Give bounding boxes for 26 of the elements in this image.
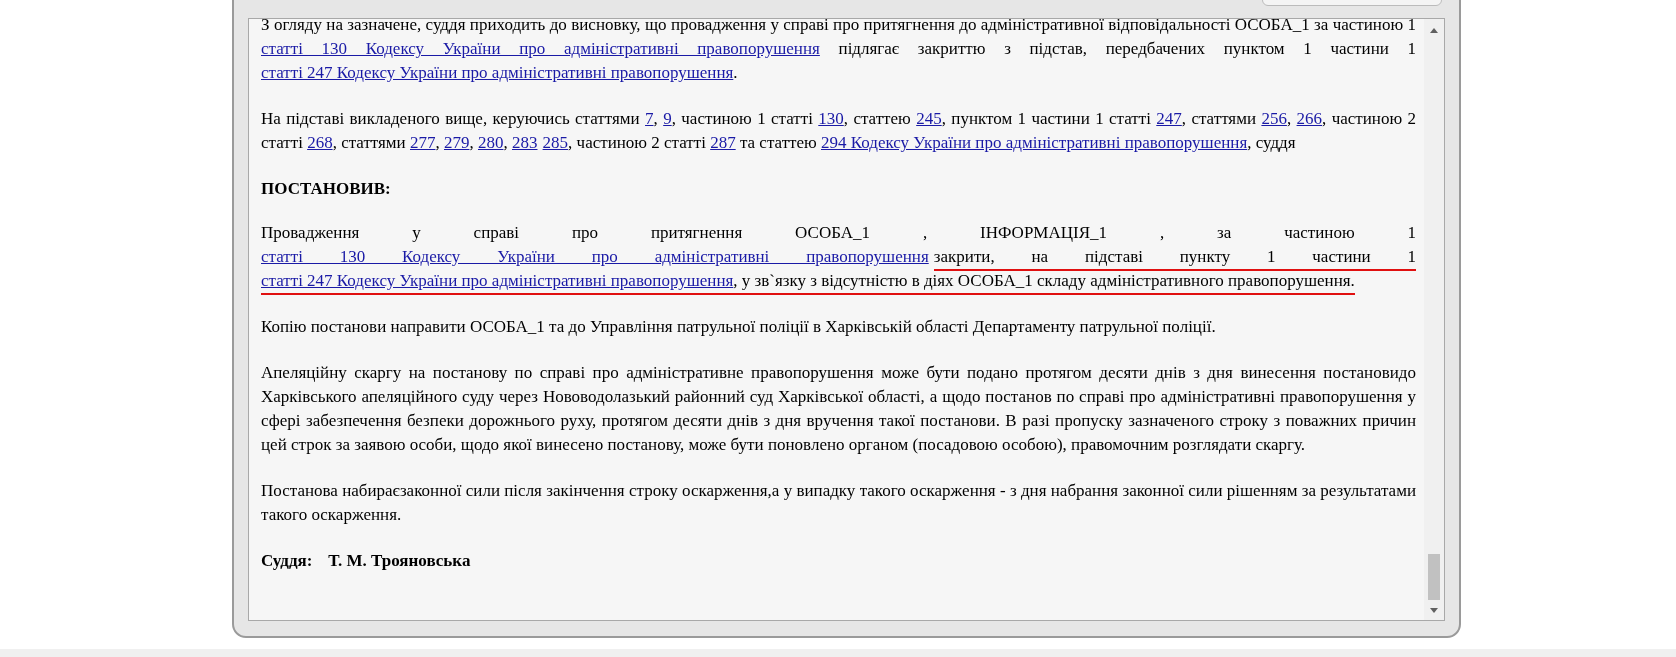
law-link[interactable]: 280 <box>478 133 504 152</box>
paragraph: Апеляційну скаргу на постанову по справі про адміністративне правопорушення може бути подано протягом десяти днів з дня винесення постановидо Харківського апеляційного суду через Нововодолазький районний суд Харківської області, а щодо постанов по справі про адміністративні правопорушення у сфері забезпечення безпеки дорожнього руху, протягом десяти днів з дня вручення такої постанови. В разі пропуску зазначеного строку з поважних причин цей строк за заявою особи, щодо якої винесено постанову, може бути поновлено органом (посадовою особою), правомочним розглядати скаргу. <box>261 362 1416 456</box>
law-link[interactable]: статті 130 Кодексу України про адміністративні правопорушення <box>261 39 820 58</box>
law-link[interactable]: 247 <box>1156 109 1182 128</box>
law-link[interactable]: 268 <box>307 133 333 152</box>
signature-label: Суддя: <box>261 550 313 572</box>
law-link[interactable]: 245 <box>916 109 942 128</box>
paragraph: Провадження у справі про притягнення ОСОБА_1 , ІНФОРМАЦІЯ_1 , за частиною 1 статті 130 Кодексу України про адміністративні правопорушення закрити, на підставі пункту 1 частини 1 статті 247 Кодексу України про адміністративні правопорушення, у зв`язку з відсутністю в діях ОСОБА_1 складу адміністративного правопорушення. <box>261 221 1416 293</box>
law-link[interactable]: 277 <box>410 133 436 152</box>
law-link[interactable]: 294 Кодексу України про адміністративні правопорушення <box>821 133 1248 152</box>
law-link[interactable]: 279 <box>444 133 470 152</box>
paragraph: На підставі викладеного вище, керуючись статтями 7, 9, частиною 1 статті 130, статтею 245, пунктом 1 частини 1 статті 247, статтями 256, 266, частиною 2 статті 268, статтями 277, 279, 280, 283 285, частиною 2 статті 287 та статтею 294 Кодексу України про адміністративні правопорушення, суддя <box>261 108 1416 154</box>
paragraph: Постанова набираєзаконної сили після закінчення строку оскарження,а у випадку такого оскарження - з дня набрання законної сили рішенням за результатами такого оскарження. <box>261 480 1416 526</box>
law-link[interactable]: 287 <box>710 133 736 152</box>
law-link[interactable]: 7 <box>645 109 654 128</box>
judge-name: Т. М. Трояновська <box>328 550 471 572</box>
section-heading: ПОСТАНОВИВ: <box>261 178 392 200</box>
paragraph: З огляду на зазначене, суддя приходить до висновку, що провадження у справі про притягнення до адміністративної відповідальності ОСОБА_1 за частиною 1 статті 130 Кодексу України про адміністративні правопорушення підлягає закриттю з підстав, передбачених пунктом 1 частини 1 статті 247 Кодексу України про адміністративні правопорушення. <box>261 19 1416 84</box>
law-link[interactable]: статті 130 Кодексу України про адміністративні правопорушення <box>261 247 929 266</box>
law-link[interactable]: 283 <box>512 133 538 152</box>
law-link[interactable]: 256 <box>1261 109 1287 128</box>
paragraph: Копію постанови направити ОСОБА_1 та до Управління патрульної поліції в Харківській області Департаменту патрульної поліції. <box>261 316 1217 338</box>
law-link[interactable]: 130 <box>818 109 844 128</box>
law-link[interactable]: статті 247 Кодексу України про адміністративні правопорушення <box>261 63 734 82</box>
law-link[interactable]: статті 247 Кодексу України про адміністративні правопорушення <box>261 271 734 295</box>
law-link[interactable]: 9 <box>663 109 672 128</box>
